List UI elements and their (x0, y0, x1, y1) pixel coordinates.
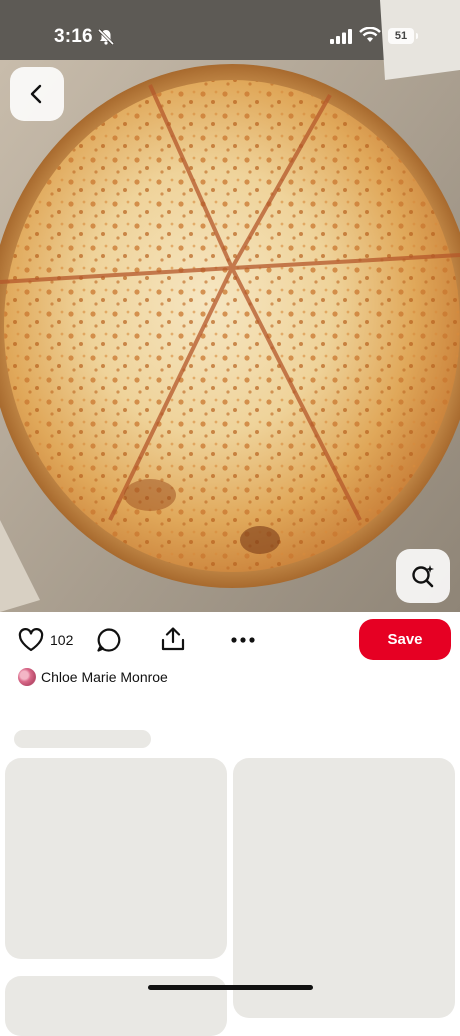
status-bar: 3:16 51 (0, 0, 460, 72)
share-icon[interactable] (160, 626, 186, 652)
chevron-left-icon (30, 84, 42, 104)
save-button[interactable]: Save (359, 619, 451, 660)
comment-icon[interactable] (96, 627, 122, 653)
battery-icon: 51 (388, 28, 414, 44)
cellular-signal-icon (330, 29, 352, 44)
skeleton-card (233, 758, 455, 1018)
wifi-icon (359, 27, 381, 42)
action-bar: 102 Save (0, 612, 460, 668)
visual-search-button[interactable] (396, 549, 450, 603)
more-icon[interactable] (230, 636, 256, 644)
pin-image[interactable] (0, 0, 460, 612)
pizza-illustration (0, 0, 460, 612)
avatar[interactable] (18, 668, 36, 686)
home-indicator[interactable] (148, 985, 313, 990)
status-time: 3:16 (54, 26, 93, 47)
skeleton-text-line (14, 730, 151, 748)
visual-search-icon (412, 565, 434, 588)
skeleton-card (5, 758, 227, 959)
bell-slash-icon (97, 28, 115, 46)
like-count: 102 (50, 632, 74, 648)
author-name[interactable]: Chloe Marie Monroe (41, 669, 168, 685)
back-button[interactable] (10, 67, 64, 121)
battery-tip (416, 33, 418, 39)
heart-icon[interactable] (18, 628, 44, 652)
